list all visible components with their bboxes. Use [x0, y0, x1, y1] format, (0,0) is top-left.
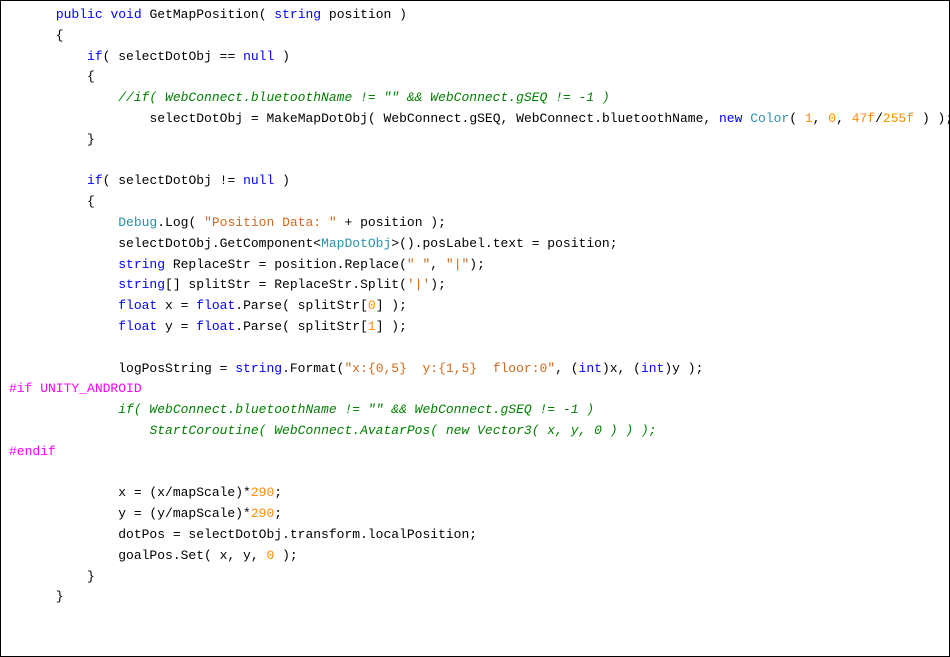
code-line: }	[9, 132, 95, 147]
code-line: }	[9, 589, 64, 604]
param-name: position	[329, 7, 391, 22]
code-line: //if( WebConnect.bluetoothName != "" && …	[9, 90, 610, 105]
code-line: string ReplaceStr = position.Replace(" "…	[9, 257, 485, 272]
code-line: public void GetMapPosition( string posit…	[9, 7, 407, 22]
code-line: }	[9, 569, 95, 584]
number: 290	[251, 485, 274, 500]
number: 0	[368, 298, 376, 313]
code-line: float x = float.Parse( splitStr[0] );	[9, 298, 407, 313]
code-line: if( WebConnect.bluetoothName != "" && We…	[9, 402, 594, 417]
method-name: GetMapPosition	[149, 7, 258, 22]
comment: //if( WebConnect.bluetoothName != "" && …	[118, 90, 609, 105]
code-line: Debug.Log( "Position Data: " + position …	[9, 215, 446, 230]
keyword-string: string	[118, 257, 165, 272]
preprocessor-endif: #endif	[9, 444, 56, 459]
keyword-null: null	[243, 173, 274, 188]
keyword-float: float	[196, 319, 235, 334]
keyword-public: public	[56, 7, 103, 22]
code-line: if( selectDotObj != null )	[9, 173, 290, 188]
keyword-string: string	[118, 277, 165, 292]
keyword-void: void	[110, 7, 141, 22]
number: 47f	[852, 111, 875, 126]
code-line: y = (y/mapScale)*290;	[9, 506, 282, 521]
code-line: StartCoroutine( WebConnect.AvatarPos( ne…	[9, 423, 657, 438]
keyword-if: if	[87, 49, 103, 64]
char-literal: '|'	[407, 277, 430, 292]
comment: if( WebConnect.bluetoothName != "" && We…	[118, 402, 594, 417]
keyword-float: float	[196, 298, 235, 313]
number: 1	[805, 111, 813, 126]
string-literal: "Position Data: "	[204, 215, 337, 230]
code-line: goalPos.Set( x, y, 0 );	[9, 548, 298, 563]
comment: StartCoroutine( WebConnect.AvatarPos( ne…	[149, 423, 656, 438]
code-line: float y = float.Parse( splitStr[1] );	[9, 319, 407, 334]
code-line: {	[9, 69, 95, 84]
code-line: selectDotObj = MakeMapDotObj( WebConnect…	[9, 111, 950, 126]
code-line: {	[9, 194, 95, 209]
number: 290	[251, 506, 274, 521]
code-line: selectDotObj.GetComponent<MapDotObj>().p…	[9, 236, 618, 251]
code-block: public void GetMapPosition( string posit…	[0, 0, 950, 657]
keyword-null: null	[243, 49, 274, 64]
code-line: string[] splitStr = ReplaceStr.Split('|'…	[9, 277, 446, 292]
number: 1	[368, 319, 376, 334]
code-line: x = (x/mapScale)*290;	[9, 485, 282, 500]
keyword-if: if	[87, 173, 103, 188]
string-literal: "x:{0,5} y:{1,5} floor:0"	[344, 361, 555, 376]
code-line: logPosString = string.Format("x:{0,5} y:…	[9, 361, 703, 376]
code-line: {	[9, 28, 64, 43]
preprocessor-if: #if UNITY_ANDROID	[9, 381, 142, 396]
type-debug: Debug	[118, 215, 157, 230]
code-line: if( selectDotObj == null )	[9, 49, 290, 64]
type-mapdotobj: MapDotObj	[321, 236, 391, 251]
number: 0	[828, 111, 836, 126]
number: 255f	[883, 111, 914, 126]
keyword-new: new	[719, 111, 742, 126]
string-literal: "|"	[446, 257, 469, 272]
keyword-string: string	[274, 7, 321, 22]
code-line: dotPos = selectDotObj.transform.localPos…	[9, 527, 477, 542]
keyword-int: int	[641, 361, 664, 376]
string-literal: " "	[407, 257, 430, 272]
keyword-float: float	[118, 298, 157, 313]
type-color: Color	[750, 111, 789, 126]
keyword-string: string	[235, 361, 282, 376]
keyword-float: float	[118, 319, 157, 334]
keyword-int: int	[579, 361, 602, 376]
